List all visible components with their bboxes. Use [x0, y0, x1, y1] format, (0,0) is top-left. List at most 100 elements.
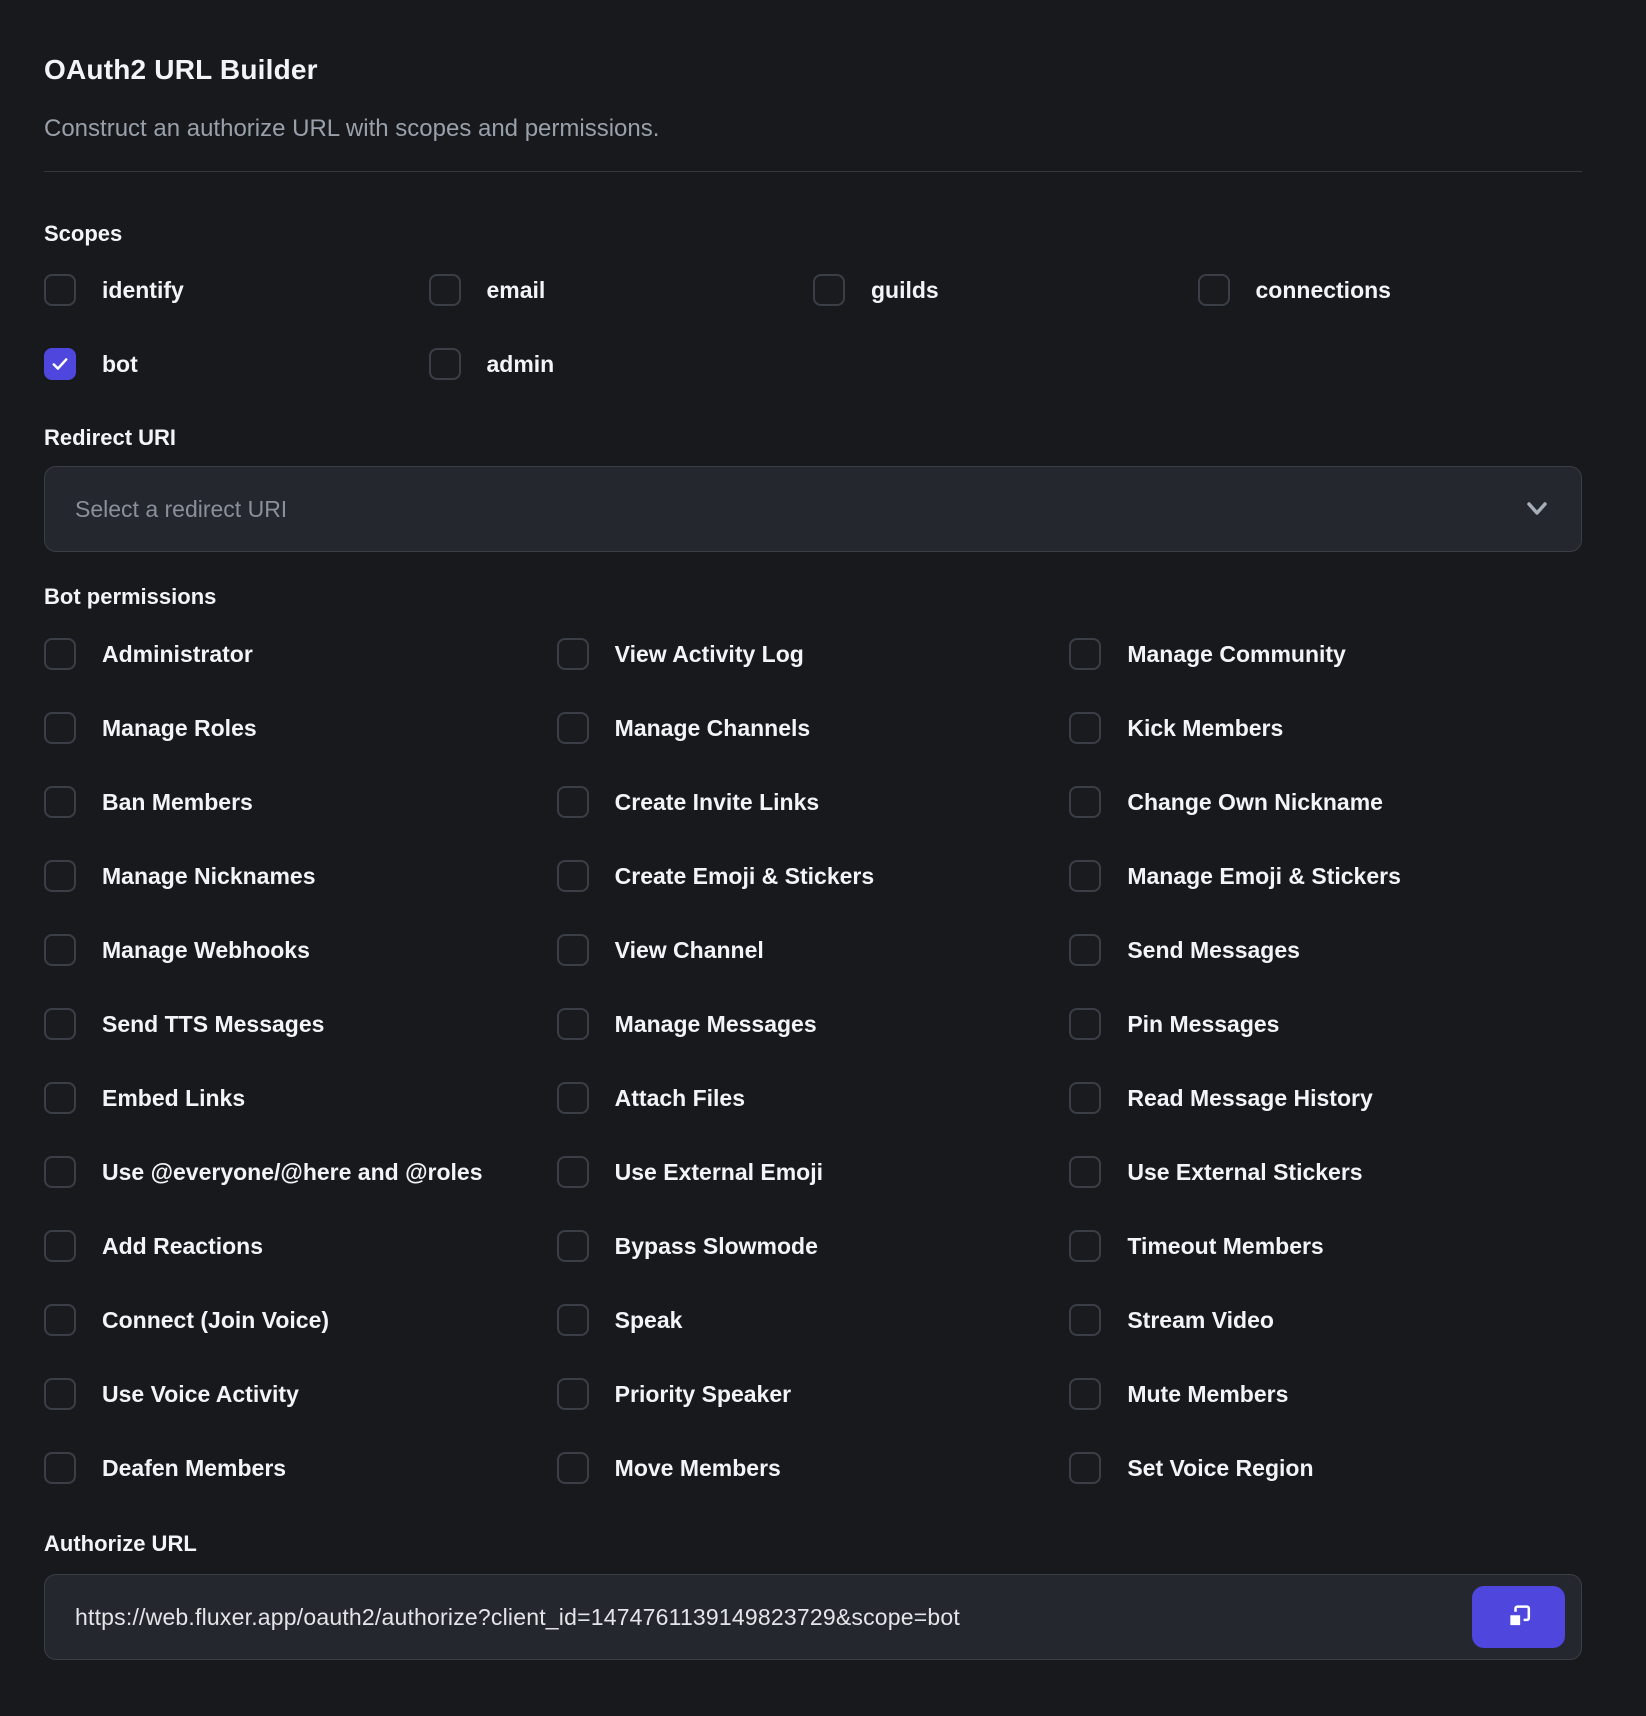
permission-option-label: Connect (Join Voice) — [102, 1307, 329, 1334]
permission-option-timeout-members[interactable]: Timeout Members — [1069, 1209, 1582, 1283]
permission-checkbox[interactable] — [44, 638, 76, 670]
permission-option-send-tts-messages[interactable]: Send TTS Messages — [44, 987, 557, 1061]
scope-option-label: admin — [487, 351, 555, 378]
scope-option-bot[interactable]: bot — [44, 327, 429, 401]
permission-checkbox[interactable] — [557, 1378, 589, 1410]
permission-checkbox[interactable] — [557, 1304, 589, 1336]
permission-option-label: Timeout Members — [1127, 1233, 1323, 1260]
permission-option-manage-channels[interactable]: Manage Channels — [557, 691, 1070, 765]
permission-checkbox[interactable] — [1069, 1452, 1101, 1484]
permission-option-bypass-slowmode[interactable]: Bypass Slowmode — [557, 1209, 1070, 1283]
permission-option-manage-roles[interactable]: Manage Roles — [44, 691, 557, 765]
permission-option-label: Embed Links — [102, 1085, 245, 1112]
permission-checkbox[interactable] — [44, 712, 76, 744]
permission-option-embed-links[interactable]: Embed Links — [44, 1061, 557, 1135]
permission-option-label: Send Messages — [1127, 937, 1300, 964]
permission-option-manage-webhooks[interactable]: Manage Webhooks — [44, 913, 557, 987]
permission-checkbox[interactable] — [557, 860, 589, 892]
scope-checkbox[interactable] — [44, 274, 76, 306]
scope-option-connections[interactable]: connections — [1198, 253, 1583, 327]
scope-option-email[interactable]: email — [429, 253, 814, 327]
permission-option-use-everyone-here-and-roles[interactable]: Use @everyone/@here and @roles — [44, 1135, 557, 1209]
scope-option-label: guilds — [871, 277, 939, 304]
permission-checkbox[interactable] — [44, 1304, 76, 1336]
permission-checkbox[interactable] — [1069, 712, 1101, 744]
permission-checkbox[interactable] — [557, 712, 589, 744]
scope-checkbox[interactable] — [429, 348, 461, 380]
permission-option-ban-members[interactable]: Ban Members — [44, 765, 557, 839]
permission-checkbox[interactable] — [1069, 860, 1101, 892]
scope-option-admin[interactable]: admin — [429, 327, 814, 401]
permission-option-manage-nicknames[interactable]: Manage Nicknames — [44, 839, 557, 913]
redirect-uri-select[interactable]: Select a redirect URI — [44, 466, 1582, 552]
permission-option-connect-join-voice[interactable]: Connect (Join Voice) — [44, 1283, 557, 1357]
permission-option-pin-messages[interactable]: Pin Messages — [1069, 987, 1582, 1061]
permission-option-view-channel[interactable]: View Channel — [557, 913, 1070, 987]
permission-checkbox[interactable] — [44, 1156, 76, 1188]
permission-option-use-external-emoji[interactable]: Use External Emoji — [557, 1135, 1070, 1209]
permission-option-move-members[interactable]: Move Members — [557, 1431, 1070, 1505]
permission-option-label: Priority Speaker — [615, 1381, 791, 1408]
scope-checkbox[interactable] — [813, 274, 845, 306]
permission-option-use-voice-activity[interactable]: Use Voice Activity — [44, 1357, 557, 1431]
permission-checkbox[interactable] — [1069, 1082, 1101, 1114]
permission-option-use-external-stickers[interactable]: Use External Stickers — [1069, 1135, 1582, 1209]
permission-checkbox[interactable] — [44, 934, 76, 966]
permission-option-priority-speaker[interactable]: Priority Speaker — [557, 1357, 1070, 1431]
permission-checkbox[interactable] — [557, 786, 589, 818]
scope-checkbox[interactable] — [429, 274, 461, 306]
permission-option-create-invite-links[interactable]: Create Invite Links — [557, 765, 1070, 839]
permission-option-send-messages[interactable]: Send Messages — [1069, 913, 1582, 987]
permission-checkbox[interactable] — [44, 1230, 76, 1262]
permission-option-label: Manage Messages — [615, 1011, 817, 1038]
permission-checkbox[interactable] — [44, 1452, 76, 1484]
permission-option-label: Stream Video — [1127, 1307, 1274, 1334]
permission-option-label: Pin Messages — [1127, 1011, 1279, 1038]
permission-checkbox[interactable] — [557, 1082, 589, 1114]
permission-option-mute-members[interactable]: Mute Members — [1069, 1357, 1582, 1431]
permission-checkbox[interactable] — [44, 1378, 76, 1410]
scope-option-label: email — [487, 277, 546, 304]
permission-option-kick-members[interactable]: Kick Members — [1069, 691, 1582, 765]
permission-checkbox[interactable] — [1069, 1230, 1101, 1262]
permission-option-add-reactions[interactable]: Add Reactions — [44, 1209, 557, 1283]
permission-option-change-own-nickname[interactable]: Change Own Nickname — [1069, 765, 1582, 839]
permission-option-speak[interactable]: Speak — [557, 1283, 1070, 1357]
scope-checkbox[interactable] — [1198, 274, 1230, 306]
permission-checkbox[interactable] — [557, 1230, 589, 1262]
permission-checkbox[interactable] — [1069, 1156, 1101, 1188]
scope-checkbox[interactable] — [44, 348, 76, 380]
permission-option-manage-community[interactable]: Manage Community — [1069, 617, 1582, 691]
permission-checkbox[interactable] — [1069, 786, 1101, 818]
permission-checkbox[interactable] — [557, 1008, 589, 1040]
permission-checkbox[interactable] — [1069, 1008, 1101, 1040]
permission-checkbox[interactable] — [1069, 638, 1101, 670]
permission-option-stream-video[interactable]: Stream Video — [1069, 1283, 1582, 1357]
permission-checkbox[interactable] — [1069, 1304, 1101, 1336]
permission-checkbox[interactable] — [1069, 1378, 1101, 1410]
permission-option-view-activity-log[interactable]: View Activity Log — [557, 617, 1070, 691]
permission-option-label: Use External Stickers — [1127, 1159, 1362, 1186]
permission-checkbox[interactable] — [557, 1156, 589, 1188]
permission-checkbox[interactable] — [557, 1452, 589, 1484]
permission-checkbox[interactable] — [44, 1008, 76, 1040]
permission-checkbox[interactable] — [557, 934, 589, 966]
permission-option-manage-emoji-stickers[interactable]: Manage Emoji & Stickers — [1069, 839, 1582, 913]
permission-option-read-message-history[interactable]: Read Message History — [1069, 1061, 1582, 1135]
permission-checkbox[interactable] — [1069, 934, 1101, 966]
permission-option-attach-files[interactable]: Attach Files — [557, 1061, 1070, 1135]
scope-option-identify[interactable]: identify — [44, 253, 429, 327]
permission-checkbox[interactable] — [44, 1082, 76, 1114]
check-icon — [50, 354, 70, 374]
permission-checkbox[interactable] — [557, 638, 589, 670]
permission-checkbox[interactable] — [44, 786, 76, 818]
permission-option-manage-messages[interactable]: Manage Messages — [557, 987, 1070, 1061]
permission-checkbox[interactable] — [44, 860, 76, 892]
permission-option-deafen-members[interactable]: Deafen Members — [44, 1431, 557, 1505]
scope-option-guilds[interactable]: guilds — [813, 253, 1198, 327]
permission-option-set-voice-region[interactable]: Set Voice Region — [1069, 1431, 1582, 1505]
permission-option-create-emoji-stickers[interactable]: Create Emoji & Stickers — [557, 839, 1070, 913]
authorize-url-value[interactable]: https://web.fluxer.app/oauth2/authorize?… — [75, 1604, 960, 1631]
copy-button[interactable] — [1472, 1586, 1565, 1648]
permission-option-administrator[interactable]: Administrator — [44, 617, 557, 691]
